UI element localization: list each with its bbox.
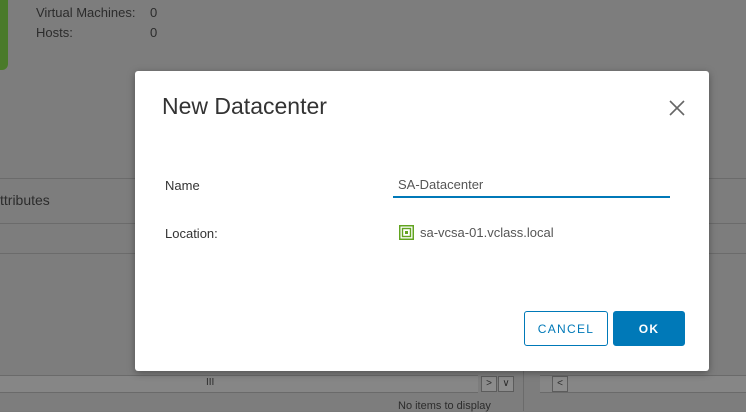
panel-divider bbox=[523, 371, 524, 411]
location-text: sa-vcsa-01.vclass.local bbox=[420, 225, 554, 240]
scroll-right-button[interactable]: > bbox=[481, 376, 497, 392]
dialog-title: New Datacenter bbox=[162, 93, 327, 119]
empty-state-text: No items to display bbox=[398, 400, 491, 412]
name-label: Name bbox=[165, 178, 200, 193]
location-value: sa-vcsa-01.vclass.local bbox=[399, 225, 554, 240]
name-input[interactable] bbox=[393, 172, 670, 198]
horizontal-scrollbar[interactable] bbox=[540, 375, 746, 393]
stat-label: Virtual Machines: bbox=[36, 5, 136, 20]
vcenter-icon bbox=[399, 225, 414, 240]
ok-button[interactable]: OK bbox=[613, 311, 685, 346]
tab-attributes[interactable]: ttributes bbox=[0, 192, 50, 208]
scroll-grip[interactable]: III bbox=[206, 377, 214, 388]
stat-value: 0 bbox=[150, 25, 158, 40]
stat-label: Hosts: bbox=[36, 25, 73, 40]
scroll-down-button[interactable]: ∨ bbox=[498, 376, 514, 392]
location-label: Location: bbox=[165, 226, 218, 241]
close-icon bbox=[669, 100, 685, 116]
horizontal-scrollbar[interactable]: III bbox=[0, 375, 478, 393]
scroll-left-button[interactable]: < bbox=[552, 376, 568, 392]
inventory-tile bbox=[0, 0, 8, 70]
cancel-button[interactable]: CANCEL bbox=[524, 311, 608, 346]
new-datacenter-dialog: New Datacenter Name Location: sa-vcsa-01… bbox=[135, 71, 709, 371]
close-button[interactable] bbox=[667, 98, 687, 118]
stat-value: 0 bbox=[150, 5, 158, 20]
